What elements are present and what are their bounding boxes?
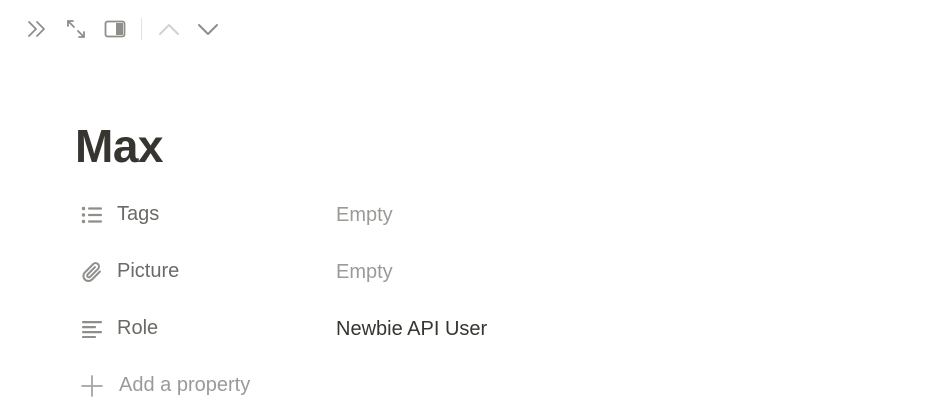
side-peek-button[interactable] xyxy=(100,14,130,44)
paperclip-icon xyxy=(80,260,104,284)
property-value-role[interactable]: Newbie API User xyxy=(336,311,835,347)
add-property-button[interactable]: Add a property xyxy=(75,357,835,414)
expand-diagonal-icon xyxy=(65,18,87,40)
next-page-button[interactable] xyxy=(193,14,223,44)
add-property-label: Add a property xyxy=(119,374,251,396)
peek-toolbar xyxy=(22,14,232,44)
property-row-tags: Tags Empty xyxy=(75,186,835,243)
property-name-role[interactable]: Role xyxy=(75,311,336,347)
property-row-role: Role Newbie API User xyxy=(75,300,835,357)
property-name-picture[interactable]: Picture xyxy=(75,254,336,290)
property-label: Role xyxy=(117,317,159,339)
double-chevron-right-icon xyxy=(26,19,48,39)
list-icon xyxy=(80,203,104,227)
toolbar-divider xyxy=(141,18,142,40)
property-name-tags[interactable]: Tags xyxy=(75,197,336,233)
plus-icon xyxy=(80,374,104,398)
properties-list: Tags Empty Picture Empty Role Newbie API… xyxy=(75,186,835,414)
property-value-picture[interactable]: Empty xyxy=(336,254,835,290)
chevron-down-icon xyxy=(197,22,219,36)
open-full-page-button[interactable] xyxy=(61,14,91,44)
side-peek-icon xyxy=(104,20,126,38)
property-label: Picture xyxy=(117,260,180,282)
text-lines-icon xyxy=(80,317,104,341)
page-title[interactable]: Max xyxy=(75,116,163,176)
property-row-picture: Picture Empty xyxy=(75,243,835,300)
property-value-tags[interactable]: Empty xyxy=(336,197,835,233)
property-label: Tags xyxy=(117,203,160,225)
previous-page-button[interactable] xyxy=(154,14,184,44)
close-peek-button[interactable] xyxy=(22,14,52,44)
chevron-up-icon xyxy=(158,22,180,36)
